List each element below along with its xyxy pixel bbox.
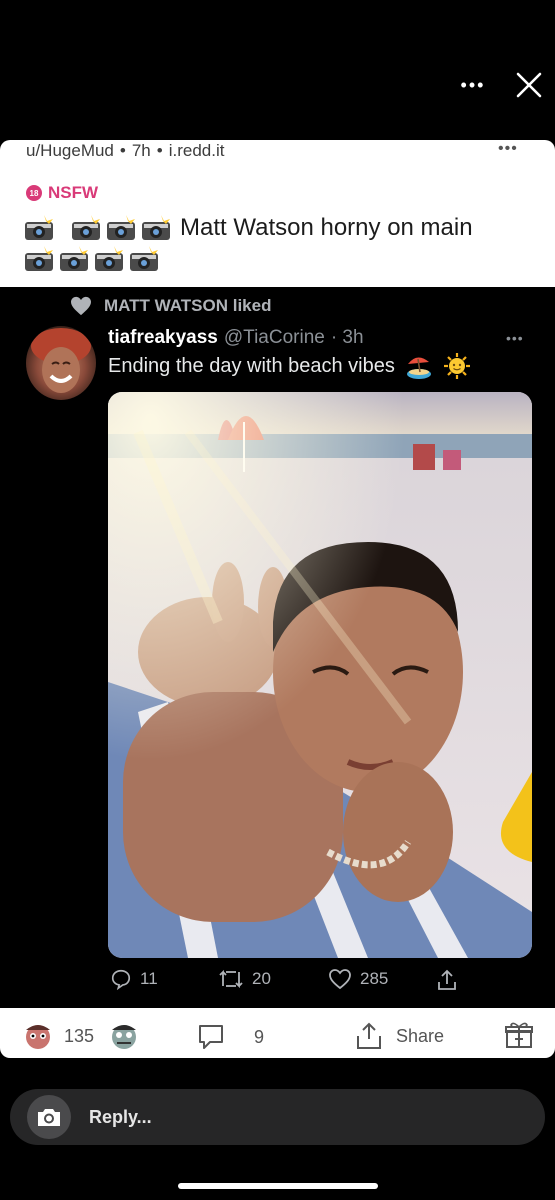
post-title[interactable]: Matt Watson horny on main (180, 214, 473, 242)
tweet-author-row: tiafreakyass @TiaCorine · 3h (108, 327, 364, 349)
downvote-button[interactable] (108, 1020, 140, 1052)
tweet-text-row: Ending the day with beach vibes (108, 352, 471, 380)
nsfw-18-icon: 18 (26, 185, 42, 201)
comment-count: 9 (254, 1026, 265, 1047)
heart-icon (71, 296, 91, 316)
tweet-photo[interactable] (108, 392, 532, 958)
post-age: 7h (131, 141, 151, 160)
meta-separator: • (119, 141, 126, 160)
camera-flash-icon (25, 215, 53, 240)
camera-flash-icon (72, 215, 100, 240)
author-link[interactable]: u/HugeMud (26, 141, 114, 161)
share-label: Share (396, 1025, 445, 1046)
downvote-snoo-icon (112, 1025, 136, 1049)
sun-face-icon (443, 353, 470, 379)
reply-placeholder[interactable]: Reply... (89, 1107, 152, 1128)
like-count: 285 (360, 969, 389, 988)
home-indicator[interactable] (178, 1183, 378, 1189)
post-more-button[interactable]: ••• (498, 140, 518, 158)
retweet-count: 20 (252, 969, 271, 988)
retweet-icon (219, 969, 243, 989)
tweet-text: Ending the day with beach vibes (108, 354, 395, 377)
camera-flash-icon (130, 246, 158, 271)
nsfw-label: NSFW (48, 183, 99, 202)
tweet-age: · 3h (330, 327, 364, 348)
camera-icon (38, 1109, 60, 1126)
nsfw-tag: 18 NSFW (26, 183, 98, 203)
camera-flash-icon (25, 246, 53, 271)
camera-flash-icon (60, 246, 88, 271)
tweet-reply-action[interactable]: 11 (110, 968, 158, 990)
tweet-share-action[interactable] (436, 968, 458, 992)
upvote-button[interactable]: 135 (22, 1020, 94, 1052)
tweet-more-button[interactable]: ••• (506, 330, 524, 346)
gift-award-icon (505, 1022, 533, 1048)
camera-flash-icon (95, 246, 123, 271)
upvote-snoo-icon (26, 1025, 50, 1049)
comments-button[interactable]: 9 (196, 1022, 264, 1052)
like-heart-icon (329, 969, 351, 990)
award-button[interactable] (504, 1020, 534, 1050)
post-domain[interactable]: i.redd.it (169, 141, 225, 161)
beach-selfie-photo (108, 392, 532, 958)
reply-count: 11 (140, 969, 158, 988)
camera-flash-icon (107, 215, 135, 240)
share-icon (357, 1022, 381, 1049)
meta-separator: • (156, 141, 163, 160)
tweet-like-action[interactable]: 285 (328, 968, 388, 990)
share-button[interactable]: Share (354, 1021, 444, 1051)
beach-umbrella-icon (406, 357, 431, 379)
tweet-actions: 11 20 285 (108, 968, 468, 998)
tweet-display-name[interactable]: tiafreakyass (108, 327, 218, 349)
post-title-row: Matt Watson horny on main (24, 214, 473, 242)
upload-share-icon (438, 969, 456, 990)
camera-button[interactable] (27, 1095, 71, 1139)
liked-by-row: MATT WATSON liked (70, 296, 271, 316)
post-title-row (24, 246, 164, 272)
tweet-handle[interactable]: @TiaCorine (224, 327, 325, 349)
vote-count: 135 (64, 1025, 95, 1046)
tweet-retweet-action[interactable]: 20 (218, 968, 271, 990)
avatar-face (31, 328, 91, 393)
reply-bubble-icon (111, 969, 131, 990)
camera-flash-icon (142, 215, 170, 240)
post-meta: u/HugeMud • 7h • i.redd.it (26, 140, 224, 162)
close-icon[interactable] (512, 68, 546, 102)
more-options-button[interactable]: ••• (455, 70, 491, 100)
comment-icon (199, 1025, 223, 1049)
liked-by-label: MATT WATSON liked (104, 296, 272, 315)
reply-bar[interactable]: Reply... (10, 1089, 545, 1145)
avatar[interactable] (26, 326, 96, 400)
